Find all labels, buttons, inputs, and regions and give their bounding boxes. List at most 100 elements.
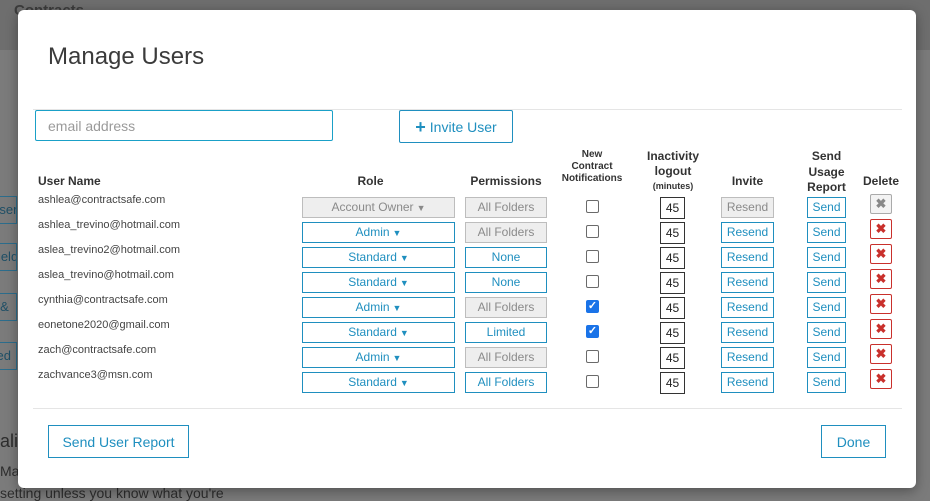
permissions-button: All Folders: [465, 197, 547, 218]
send-usage-report-button[interactable]: Send: [807, 297, 846, 318]
send-usage-report-button[interactable]: Send: [807, 222, 846, 243]
notifications-checkbox[interactable]: [586, 275, 599, 288]
header-inactivity-unit: (minutes): [652, 181, 694, 191]
checkmark-icon: ✓: [587, 300, 598, 312]
notifications-checkbox[interactable]: ✓: [586, 325, 599, 338]
inactivity-logout-input[interactable]: 45: [660, 322, 685, 344]
caret-down-icon: ▼: [399, 378, 409, 388]
permissions-button[interactable]: Limited: [465, 322, 547, 343]
role-label: Admin: [355, 225, 390, 239]
background-side-item: Users: [0, 196, 17, 224]
role-dropdown[interactable]: Standard ▼: [302, 247, 455, 268]
role-dropdown[interactable]: Standard ▼: [302, 272, 455, 293]
send-usage-report-button[interactable]: Send: [807, 197, 846, 218]
notifications-checkbox[interactable]: ✓: [586, 300, 599, 313]
resend-invite-button[interactable]: Resend: [721, 347, 774, 368]
resend-invite-button[interactable]: Resend: [721, 372, 774, 393]
resend-invite-button[interactable]: Resend: [721, 322, 774, 343]
delete-user-button[interactable]: ✖: [870, 219, 892, 239]
x-icon: ✖: [875, 246, 887, 261]
background-text: Ma: [0, 463, 20, 479]
inactivity-logout-input[interactable]: 45: [660, 297, 685, 319]
x-icon: ✖: [875, 296, 887, 311]
x-icon: ✖: [875, 221, 887, 236]
notifications-checkbox[interactable]: [586, 225, 599, 238]
role-dropdown: Account Owner ▼: [302, 197, 455, 218]
resend-invite-button[interactable]: Resend: [721, 272, 774, 293]
inactivity-logout-input[interactable]: 45: [660, 372, 685, 394]
x-icon: ✖: [875, 271, 887, 286]
inactivity-logout-input[interactable]: 45: [660, 197, 685, 219]
header-permissions: Permissions: [470, 174, 542, 188]
caret-down-icon: ▼: [392, 228, 402, 238]
header-delete: Delete: [862, 174, 900, 188]
header-inactivity: Inactivity logout (minutes): [638, 149, 708, 194]
footer-divider: [33, 408, 902, 409]
header-user-name: User Name: [38, 174, 101, 188]
delete-user-button[interactable]: ✖: [870, 269, 892, 289]
permissions-button: All Folders: [465, 347, 547, 368]
header-usage-report: Send Usage Report: [797, 149, 856, 196]
done-button[interactable]: Done: [821, 425, 886, 458]
x-icon: ✖: [875, 196, 887, 211]
send-usage-report-button[interactable]: Send: [807, 322, 846, 343]
caret-down-icon: ▼: [399, 253, 409, 263]
delete-user-button: ✖: [870, 194, 892, 214]
inactivity-logout-input[interactable]: 45: [660, 347, 685, 369]
email-input[interactable]: [35, 110, 333, 141]
x-icon: ✖: [875, 321, 887, 336]
notifications-checkbox[interactable]: [586, 250, 599, 263]
delete-user-button[interactable]: ✖: [870, 369, 892, 389]
header-notifications-line: Contract: [571, 161, 613, 172]
delete-user-button[interactable]: ✖: [870, 344, 892, 364]
user-email: cynthia@contractsafe.com: [38, 294, 168, 306]
header-inactivity-line: Inactivity: [646, 149, 700, 163]
header-role: Role: [357, 174, 384, 188]
delete-user-button[interactable]: ✖: [870, 294, 892, 314]
role-dropdown[interactable]: Admin ▼: [302, 297, 455, 318]
notifications-checkbox[interactable]: [586, 200, 599, 213]
checkmark-icon: ✓: [587, 325, 598, 337]
permissions-button[interactable]: None: [465, 272, 547, 293]
resend-invite-button[interactable]: Resend: [721, 297, 774, 318]
inactivity-logout-input[interactable]: 45: [660, 222, 685, 244]
manage-users-modal: Manage Users + Invite User User Name Rol…: [18, 10, 916, 488]
inactivity-logout-input[interactable]: 45: [660, 247, 685, 269]
inactivity-logout-input[interactable]: 45: [660, 272, 685, 294]
resend-invite-button[interactable]: Resend: [721, 222, 774, 243]
header-notifications-line: New: [581, 149, 603, 160]
header-notifications-line: Notifications: [561, 173, 623, 184]
role-dropdown[interactable]: Admin ▼: [302, 222, 455, 243]
resend-invite-button[interactable]: Resend: [721, 247, 774, 268]
permissions-button[interactable]: All Folders: [465, 372, 547, 393]
role-dropdown[interactable]: Standard ▼: [302, 372, 455, 393]
role-dropdown[interactable]: Admin ▼: [302, 347, 455, 368]
role-label: Standard: [348, 375, 397, 389]
background-side-item: Fields: [0, 243, 17, 271]
delete-user-button[interactable]: ✖: [870, 244, 892, 264]
send-user-report-button[interactable]: Send User Report: [48, 425, 189, 458]
role-label: Standard: [348, 325, 397, 339]
permissions-button[interactable]: None: [465, 247, 547, 268]
permissions-button: All Folders: [465, 222, 547, 243]
user-email: ashlea@contractsafe.com: [38, 194, 166, 206]
header-usage-report-line: Send: [811, 149, 842, 163]
resend-invite-button: Resend: [721, 197, 774, 218]
send-usage-report-button[interactable]: Send: [807, 372, 846, 393]
role-label: Standard: [348, 250, 397, 264]
send-usage-report-button[interactable]: Send: [807, 272, 846, 293]
notifications-checkbox[interactable]: [586, 350, 599, 363]
notifications-checkbox[interactable]: [586, 375, 599, 388]
send-usage-report-button[interactable]: Send: [807, 247, 846, 268]
user-email: zach@contractsafe.com: [38, 344, 157, 356]
header-usage-report-line: Usage: [808, 164, 845, 179]
send-usage-report-button[interactable]: Send: [807, 347, 846, 368]
background-side-item: s &: [0, 293, 17, 321]
user-email: ashlea_trevino@hotmail.com: [38, 219, 181, 231]
header-inactivity-line: logout: [654, 164, 692, 178]
delete-user-button[interactable]: ✖: [870, 319, 892, 339]
role-dropdown[interactable]: Standard ▼: [302, 322, 455, 343]
plus-icon: +: [415, 116, 426, 137]
invite-user-button[interactable]: + Invite User: [399, 110, 513, 143]
caret-down-icon: ▼: [392, 353, 402, 363]
